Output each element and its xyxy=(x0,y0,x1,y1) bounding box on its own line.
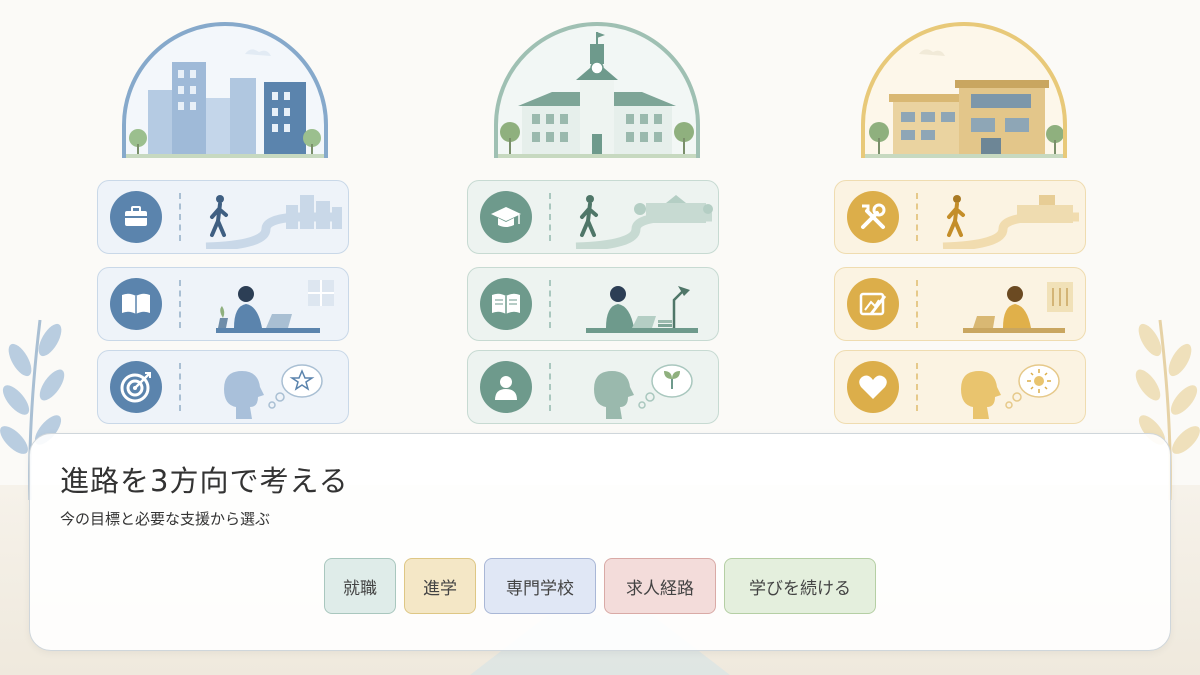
employment-card-3 xyxy=(97,350,349,424)
open-book-icon xyxy=(480,278,532,330)
school-building-illustration xyxy=(861,22,1067,158)
open-book-icon xyxy=(110,278,162,330)
briefcase-icon xyxy=(110,191,162,243)
working-at-desk-scene xyxy=(963,282,1073,333)
page-title: 進路を3方向で考える xyxy=(60,464,349,498)
employment-card-2 xyxy=(97,267,349,341)
vocational-school-card-3 xyxy=(834,350,1086,424)
person-icon xyxy=(480,361,532,413)
city-buildings-illustration xyxy=(122,22,328,158)
higher-education-card-1 xyxy=(467,180,719,254)
thinking-of-idea-scene xyxy=(961,364,1060,419)
option-vocational-school-button[interactable]: 専門学校 xyxy=(484,558,596,614)
graduation-cap-icon xyxy=(480,191,532,243)
thinking-of-goal-scene xyxy=(224,364,323,419)
drawing-icon xyxy=(847,278,899,330)
university-building-illustration xyxy=(494,22,700,158)
info-panel: 進路を3方向で考える 今の目標と必要な支援から選ぶ 就職 進学 専門学校 求人経… xyxy=(29,433,1171,651)
option-continue-learning-button[interactable]: 学びを続ける xyxy=(724,558,876,614)
employment-card-1 xyxy=(97,180,349,254)
option-employment-button[interactable]: 就職 xyxy=(324,558,396,614)
tools-icon xyxy=(847,191,899,243)
studying-at-desk-scene xyxy=(586,286,698,333)
target-icon xyxy=(110,361,162,413)
page-subtitle: 今の目標と必要な支援から選ぶ xyxy=(60,510,271,528)
walking-to-campus-scene xyxy=(575,195,713,249)
walking-to-school-scene xyxy=(942,195,1079,249)
heart-icon xyxy=(847,361,899,413)
vocational-school-card-2 xyxy=(834,267,1086,341)
higher-education-card-2 xyxy=(467,267,719,341)
studying-at-laptop-scene xyxy=(216,280,334,333)
vocational-school-card-1 xyxy=(834,180,1086,254)
option-job-route-button[interactable]: 求人経路 xyxy=(604,558,716,614)
option-chips: 就職 進学 専門学校 求人経路 学びを続ける xyxy=(30,558,1170,614)
option-higher-education-button[interactable]: 進学 xyxy=(404,558,476,614)
walking-to-city-scene xyxy=(205,195,342,249)
higher-education-card-3 xyxy=(467,350,719,424)
thinking-of-growth-scene xyxy=(594,364,693,419)
